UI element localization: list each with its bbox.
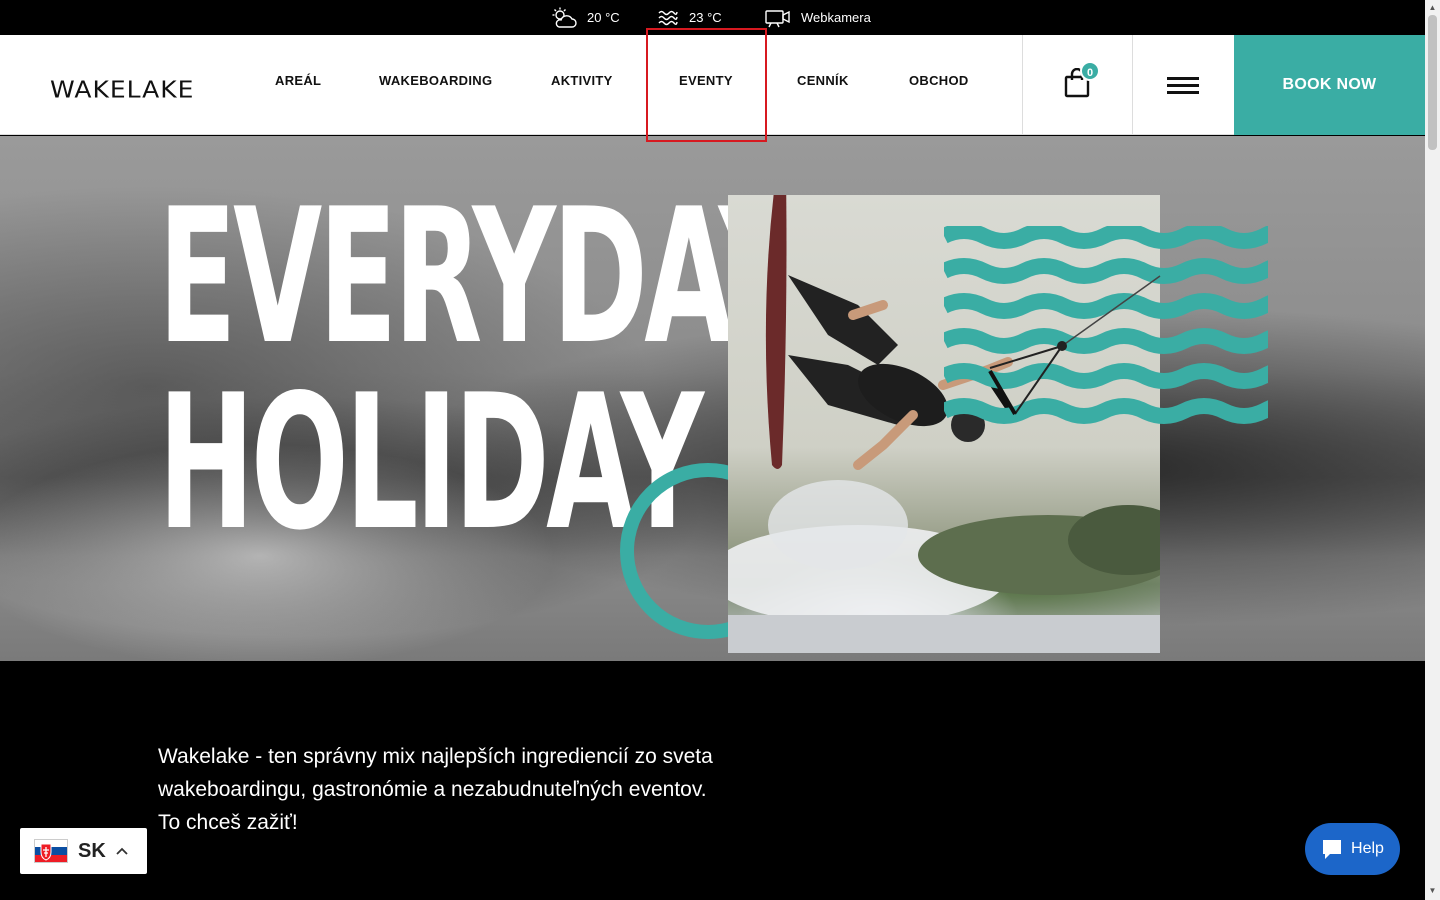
tow-rope — [988, 275, 1161, 416]
nav-item-obchod[interactable]: OBCHOD — [909, 73, 969, 88]
nav-item-eventy[interactable]: EVENTY — [679, 73, 733, 88]
wakelake-logo[interactable]: WAKELAKE — [50, 76, 194, 103]
water-waves-icon — [658, 10, 678, 25]
nav-item-areal[interactable]: AREÁL — [275, 73, 321, 88]
water-temperature: 23 °C — [657, 0, 722, 35]
cart-button[interactable] — [1023, 35, 1132, 135]
scroll-down-arrow[interactable]: ▼ — [1428, 886, 1437, 895]
water-temperature-value: 23 °C — [689, 10, 722, 25]
help-chat-button[interactable]: Help — [1305, 823, 1400, 875]
cloud-sun-icon — [552, 7, 577, 28]
chevron-up-icon — [116, 847, 128, 855]
site-header: WAKELAKE AREÁL WAKEBOARDING AKTIVITY EVE… — [0, 35, 1425, 135]
scrollbar-thumb[interactable] — [1428, 15, 1437, 150]
hero-banner: EVERYDAY HOLIDAY — [0, 136, 1425, 661]
chat-bubble-icon — [1323, 840, 1342, 859]
book-now-button[interactable]: BOOK NOW — [1234, 35, 1425, 135]
nav-item-cennik[interactable]: CENNÍK — [797, 73, 849, 88]
cart-count-badge: 0 — [1080, 61, 1100, 81]
video-camera-icon — [765, 9, 790, 27]
air-temperature-value: 20 °C — [587, 10, 620, 25]
air-temperature: 20 °C — [551, 0, 620, 35]
help-label: Help — [1351, 840, 1384, 857]
scroll-up-arrow[interactable]: ▲ — [1428, 3, 1437, 12]
top-info-bar: 20 °C 23 °C Webkamera — [0, 0, 1425, 35]
webcam-link[interactable]: Webkamera — [765, 0, 871, 35]
intro-tagline: Wakelake - ten správny mix najlepších in… — [158, 745, 713, 834]
hamburger-menu-icon[interactable] — [1133, 35, 1233, 135]
language-switcher[interactable]: SK — [20, 828, 147, 874]
nav-item-aktivity[interactable]: AKTIVITY — [551, 73, 613, 88]
language-code: SK — [78, 839, 106, 862]
slovakia-flag-icon — [34, 839, 68, 863]
webcam-label: Webkamera — [801, 10, 871, 25]
nav-item-wakeboarding[interactable]: WAKEBOARDING — [379, 73, 492, 88]
